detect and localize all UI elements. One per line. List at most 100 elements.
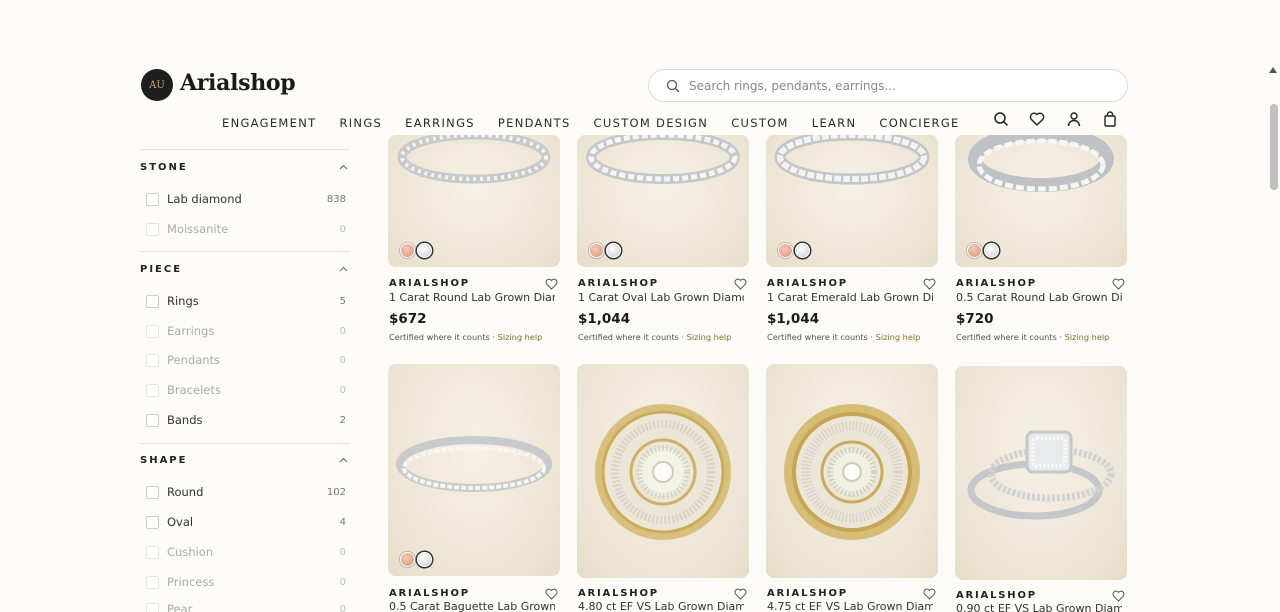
filter-section-piece[interactable]: PIECE <box>140 264 182 275</box>
product-image[interactable] <box>766 364 938 578</box>
sizing-help-link[interactable]: Sizing help <box>1065 332 1110 342</box>
metal-swatches <box>589 243 621 258</box>
swatch-rose-gold[interactable] <box>589 243 604 258</box>
logo-text[interactable]: Arialshop <box>180 70 296 96</box>
filter-princess[interactable]: Princess 0 <box>146 573 346 591</box>
filter-cushion[interactable]: Cushion 0 <box>146 543 346 561</box>
checkbox[interactable] <box>146 222 159 236</box>
checkbox[interactable] <box>146 383 159 397</box>
logo-mark[interactable]: AU <box>141 69 173 101</box>
nav-custom-design[interactable]: CUSTOM DESIGN <box>594 116 709 130</box>
sizing-help-link[interactable]: Sizing help <box>498 332 543 342</box>
checkbox[interactable] <box>146 353 159 367</box>
product-price: $1,044 <box>767 311 820 327</box>
search-bar[interactable] <box>648 69 1128 102</box>
product-name[interactable]: 0.5 Carat Round Lab Grown Diamond <box>956 291 1122 304</box>
chevron-up-icon[interactable] <box>339 457 348 463</box>
nav-rings[interactable]: RINGS <box>339 116 382 130</box>
product-brand: ARIALSHOP <box>767 588 848 599</box>
checkbox[interactable] <box>146 545 159 559</box>
swatch-white-gold[interactable] <box>795 243 810 258</box>
sizing-help-link[interactable]: Sizing help <box>687 332 732 342</box>
product-name[interactable]: 4.80 ct EF VS Lab Grown Diamond <box>578 600 744 612</box>
nav-engagement[interactable]: ENGAGEMENT <box>222 116 316 130</box>
swatch-white-gold[interactable] <box>417 243 432 258</box>
filter-pear[interactable]: Pear 0 <box>146 600 346 612</box>
nav-pendants[interactable]: PENDANTS <box>498 116 571 130</box>
checkbox[interactable] <box>146 515 159 529</box>
swatch-white-gold[interactable] <box>984 243 999 258</box>
search-input[interactable] <box>689 77 1109 95</box>
filter-count: 0 <box>339 546 346 558</box>
checkbox[interactable] <box>146 485 159 499</box>
filter-label: Pear <box>167 602 193 612</box>
checkbox[interactable] <box>146 413 159 427</box>
heart-icon[interactable] <box>545 278 558 290</box>
product-brand: ARIALSHOP <box>578 278 659 289</box>
checkbox[interactable] <box>146 192 159 206</box>
filter-label: Earrings <box>167 324 215 338</box>
swatch-rose-gold[interactable] <box>778 243 793 258</box>
product-name[interactable]: 0.90 ct EF VS Lab Grown Diamond <box>956 602 1122 612</box>
product-name[interactable]: 1 Carat Round Lab Grown Diamond <box>389 291 555 304</box>
swatch-rose-gold[interactable] <box>400 552 415 567</box>
heart-icon[interactable] <box>1112 590 1125 602</box>
divider <box>140 149 350 150</box>
filter-count: 0 <box>339 603 346 612</box>
heart-icon[interactable] <box>1112 278 1125 290</box>
user-icon[interactable] <box>1066 111 1082 127</box>
ring-image <box>784 404 920 540</box>
filter-round[interactable]: Round 102 <box>146 483 346 501</box>
ring-image <box>967 430 1115 520</box>
filter-bands[interactable]: Bands 2 <box>146 411 346 429</box>
bag-icon[interactable] <box>1102 111 1118 127</box>
checkbox[interactable] <box>146 324 159 338</box>
product-brand: ARIALSHOP <box>578 588 659 599</box>
filter-bracelets[interactable]: Bracelets 0 <box>146 381 346 399</box>
filter-oval[interactable]: Oval 4 <box>146 513 346 531</box>
product-price: $672 <box>389 311 427 327</box>
nav-custom[interactable]: CUSTOM <box>731 116 789 130</box>
filter-count: 102 <box>326 486 346 498</box>
divider <box>140 443 350 444</box>
search-icon[interactable] <box>993 111 1009 127</box>
heart-icon[interactable] <box>923 588 936 600</box>
filter-lab-diamond[interactable]: Lab diamond 838 <box>146 190 346 208</box>
filter-section-stone[interactable]: STONE <box>140 162 188 173</box>
heart-icon[interactable] <box>545 588 558 600</box>
heart-icon[interactable] <box>923 278 936 290</box>
heart-icon[interactable] <box>734 588 747 600</box>
swatch-rose-gold[interactable] <box>967 243 982 258</box>
nav-concierge[interactable]: CONCIERGE <box>879 116 959 130</box>
metal-swatches <box>778 243 810 258</box>
scrollbar-thumb[interactable] <box>1270 104 1278 190</box>
scroll-up-arrow-icon[interactable] <box>1268 66 1278 74</box>
product-name[interactable]: 1 Carat Emerald Lab Grown Diamond <box>767 291 933 304</box>
product-image[interactable] <box>388 364 560 576</box>
heart-icon[interactable] <box>734 278 747 290</box>
product-image[interactable] <box>955 366 1127 580</box>
swatch-white-gold[interactable] <box>417 552 432 567</box>
nav-learn[interactable]: LEARN <box>812 116 857 130</box>
filter-pendants[interactable]: Pendants 0 <box>146 351 346 369</box>
chevron-up-icon[interactable] <box>339 164 348 170</box>
swatch-rose-gold[interactable] <box>400 243 415 258</box>
chevron-up-icon[interactable] <box>339 266 348 272</box>
product-name[interactable]: 0.5 Carat Baguette Lab Grown Diamond <box>389 600 555 612</box>
filter-rings[interactable]: Rings 5 <box>146 292 346 310</box>
sizing-help-link[interactable]: Sizing help <box>876 332 921 342</box>
nav-earrings[interactable]: EARRINGS <box>405 116 475 130</box>
checkbox[interactable] <box>146 575 159 589</box>
product-name[interactable]: 1 Carat Oval Lab Grown Diamond Et <box>578 291 744 304</box>
filter-section-shape[interactable]: SHAPE <box>140 455 187 466</box>
checkbox[interactable] <box>146 294 159 308</box>
swatch-white-gold[interactable] <box>606 243 621 258</box>
product-name[interactable]: 4.75 ct EF VS Lab Grown Diamond <box>767 600 933 612</box>
filter-moissanite[interactable]: Moissanite 0 <box>146 220 346 238</box>
main-nav: ENGAGEMENT RINGS EARRINGS PENDANTS CUSTO… <box>222 116 983 130</box>
product-image[interactable] <box>577 364 749 578</box>
heart-icon[interactable] <box>1029 111 1045 127</box>
checkbox[interactable] <box>146 602 159 612</box>
filter-count: 5 <box>339 295 346 307</box>
filter-earrings[interactable]: Earrings 0 <box>146 322 346 340</box>
